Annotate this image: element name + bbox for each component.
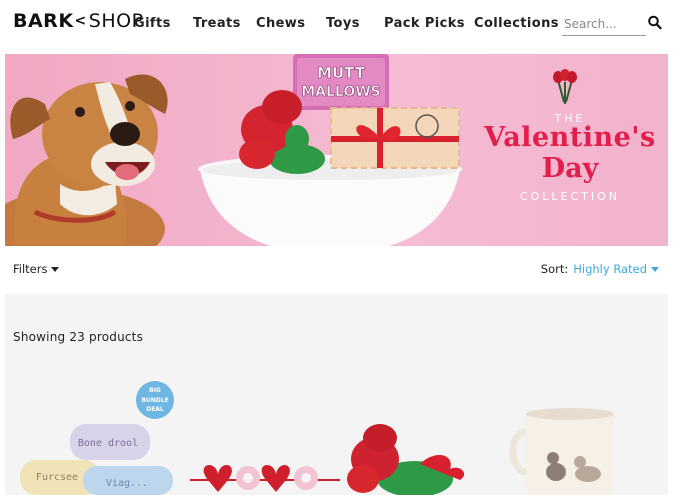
pillow-text-1: Bone drool (78, 438, 138, 449)
product-grid-area: Showing 23 products BIG BUNDLE DEAL Bone… (5, 294, 668, 495)
sort-label: Sort: (540, 262, 569, 276)
sort-selected-value: Highly Rated (573, 262, 647, 276)
bundle-badge-text-2: BUNDLE (141, 397, 168, 404)
chevron-down-icon (51, 266, 60, 272)
bundle-badge-text-3: DEAL (146, 406, 164, 413)
product-card-pillow-bundle[interactable]: BIG BUNDLE DEAL Bone drool Furcsee Viag.… (15, 372, 185, 495)
logo-arrow-icon: < (74, 13, 87, 29)
sort-control: Sort: Highly Rated (541, 262, 659, 276)
nav-pack-picks[interactable]: Pack Picks (384, 16, 465, 31)
search-icon[interactable] (648, 15, 662, 31)
rose-bouquet-toy (239, 90, 325, 174)
chevron-down-icon (651, 266, 659, 272)
treat-pack-text-1: MUTT (317, 64, 366, 82)
nav-collections[interactable]: Collections (474, 16, 559, 31)
hero-collection-text: COLLECTION (519, 190, 621, 203)
site-header: BARK < SHOP Gifts Treats Chews Toys Pack… (0, 0, 675, 50)
nav-toys[interactable]: Toys (326, 16, 360, 31)
filters-label: Filters (13, 262, 48, 276)
bark-shop-logo[interactable]: BARK < SHOP (13, 10, 144, 32)
search-box (562, 12, 662, 36)
filters-button[interactable]: Filters (13, 262, 60, 276)
valentines-hero-banner[interactable]: MUTT MALLOWS THE Valentine's Day COLLECT… (5, 54, 668, 246)
roses-icon (553, 69, 577, 104)
nav-chews[interactable]: Chews (256, 16, 305, 31)
gift-box-image (330, 107, 460, 169)
nav-gifts[interactable]: Gifts (134, 16, 171, 31)
nav-treats[interactable]: Treats (193, 16, 241, 31)
pillow-text-3: Viag... (106, 478, 148, 489)
product-card-dog-mug[interactable] (508, 402, 628, 495)
filter-sort-bar: Filters Sort: Highly Rated (0, 246, 675, 292)
product-card-rose-bouquet[interactable] (345, 424, 475, 495)
search-input[interactable] (562, 12, 646, 36)
logo-bark-text: BARK (13, 10, 74, 32)
product-count-text: Showing 23 products (13, 330, 144, 344)
hero-title-day: Day (541, 153, 599, 184)
hero-title-valentines: Valentine's (484, 122, 656, 153)
sort-dropdown[interactable]: Highly Rated (573, 262, 659, 276)
bundle-badge-text-1: BIG (149, 387, 161, 394)
dog-photo (5, 74, 168, 246)
pillow-text-2: Furcsee (36, 472, 78, 483)
product-card-heart-rope-toy[interactable] (190, 454, 340, 495)
